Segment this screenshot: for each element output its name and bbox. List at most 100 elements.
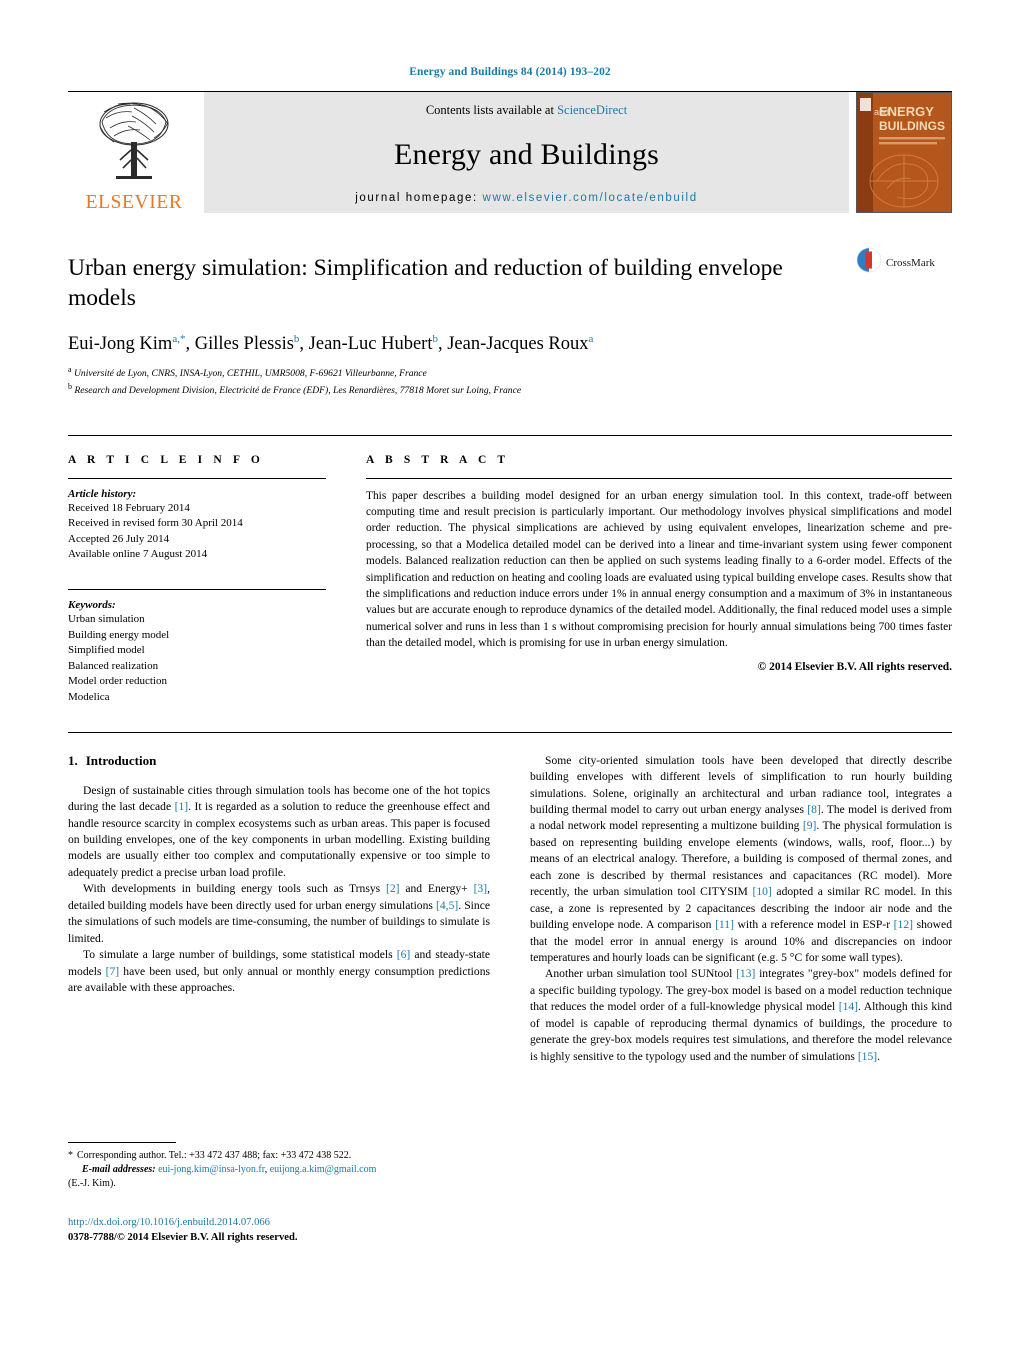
svg-text:BUILDINGS: BUILDINGS [879,119,945,133]
affiliation-text: Research and Development Division, Elect… [74,385,522,397]
homepage-prefix: journal homepage: [355,192,483,204]
article-history-label: Article history: [68,487,137,500]
keyword-item: Modelica [68,690,110,703]
keyword-item: Balanced realization [68,659,159,672]
corresponding-author-note: * Corresponding author. Tel.: +33 472 437… [68,1149,480,1163]
citation-link[interactable]: [1] [175,800,189,813]
citation-link[interactable]: [3] [474,882,488,895]
body-paragraph: Design of sustainable cities through sim… [68,783,490,882]
citation-link[interactable]: [8] [807,803,821,816]
history-item: Accepted 26 July 2014 [68,532,170,545]
abstract-text: This paper describes a building model de… [366,489,952,650]
citation-link[interactable]: [12] [894,918,913,931]
author-marks: a,* [172,333,186,346]
running-head: Energy and Buildings 84 (2014) 193–202 [409,66,611,78]
paragraph-text: With developments in building energy too… [83,882,386,896]
citation-link[interactable]: [7] [106,965,120,978]
article-info-column: A R T I C L E I N F O Article history: R… [68,454,326,706]
author-marks: a [588,333,594,346]
author-name: Jean-Luc Hubert [308,334,433,355]
email-owner: (E.-J. Kim). [68,1178,116,1190]
citation-link[interactable]: [2] [386,882,400,895]
footnote-divider [68,1142,176,1143]
affiliation-item: b Research and Development Division, Ele… [68,381,952,398]
affiliation-mark: b [68,382,72,392]
history-item: Available online 7 August 2014 [68,548,208,561]
author-separator: , [437,334,448,355]
divider [68,477,326,479]
author-entry: Gilles Plessisb [195,333,300,354]
body-paragraph: To simulate a large number of buildings,… [68,947,490,996]
elsevier-logo: ELSEVIER [68,92,200,213]
section-title: Introduction [85,752,157,768]
email-note: E-mail addresses: eui-jong.kim@insa-lyon… [68,1163,480,1177]
journal-homepage-link[interactable]: www.elsevier.com/locate/enbuild [483,192,698,204]
email-label: E-mail addresses: [82,1164,156,1176]
paragraph-text: with a reference model in ESP-r [733,918,894,932]
citation-link[interactable]: [10] [752,885,771,898]
article-info-heading: A R T I C L E I N F O [68,453,264,466]
journal-title: Energy and Buildings [393,138,660,171]
keywords-label: Keywords: [68,598,116,611]
author-separator: , [185,334,195,355]
article-page: Energy and Buildings 84 (2014) 193–202 E… [0,0,1020,1351]
history-item: Received 18 February 2014 [68,501,190,514]
keyword-item: Model order reduction [68,675,167,688]
citation-link[interactable]: [11] [715,918,734,931]
info-abstract-section: A R T I C L E I N F O Article history: R… [68,434,952,706]
footnote-area: * Corresponding author. Tel.: +33 472 437… [68,1142,480,1192]
author-name: Eui-Jong Kim [68,334,173,355]
body-columns: 1. Introduction Design of sustainable cit… [68,753,952,1066]
crossmark-badge[interactable]: CrossMark [856,247,952,278]
citation-link[interactable]: [6] [397,948,411,961]
affiliation-list: a Université de Lyon, CNRS, INSA-Lyon, C… [68,364,952,398]
author-entry: Jean-Luc Hubertb [308,333,438,355]
citation-link[interactable]: [9] [803,819,817,832]
journal-band: Contents lists available at ScienceDirec… [204,92,849,213]
issn-copyright-line: 0378-7788/© 2014 Elsevier B.V. All right… [68,1231,298,1243]
sciencedirect-link[interactable]: ScienceDirect [557,103,627,117]
author-entry: Jean-Jacques Rouxa [447,333,594,354]
abstract-column: A B S T R A C T This paper describes a b… [366,454,952,706]
citation-link[interactable]: [13] [736,967,755,980]
citation-link[interactable]: [4,5] [436,899,458,912]
paragraph-text: have been used, but only annual or month… [68,964,491,995]
intro-left-paragraphs: Design of sustainable cities through sim… [68,783,490,997]
section-heading-introduction: 1. Introduction [68,753,490,769]
citation-link[interactable]: [15] [858,1050,877,1063]
elsevier-tree-icon [88,98,180,184]
journal-cover-thumbnail: ENERGY and BUILDINGS [856,92,952,213]
doi-link[interactable]: http://dx.doi.org/10.1016/j.enbuild.2014… [68,1216,498,1231]
doi-block: http://dx.doi.org/10.1016/j.enbuild.2014… [68,1216,498,1246]
section-number: 1. [68,752,78,768]
body-paragraph: Another urban simulation tool SUNtool [1… [530,966,952,1065]
divider [366,477,952,479]
keyword-item: Simplified model [68,644,145,657]
keywords-block: Keywords: Urban simulation Building ener… [68,588,326,706]
history-item: Received in revised form 30 April 2014 [68,517,243,530]
keyword-item: Building energy model [68,628,170,641]
divider [68,588,326,590]
paragraph-text: . [877,1049,881,1063]
footnote-star: * [68,1150,73,1161]
affiliation-mark: a [68,365,72,375]
crossmark-label: CrossMark [886,256,935,269]
abstract-heading: A B S T R A C T [366,453,510,466]
author-entry: Eui-Jong Kima,* [68,333,186,355]
citation-link[interactable]: [14] [839,1000,858,1013]
email-link-secondary[interactable]: euijong.a.kim@gmail.com [270,1164,377,1175]
author-separator: , [299,334,309,355]
title-block: CrossMark Urban energy simulation: Simpl… [68,247,952,399]
contents-available-line: Contents lists available at ScienceDirec… [426,103,627,118]
body-paragraph: With developments in building energy too… [68,881,490,947]
article-title: Urban energy simulation: Simplification … [68,255,783,312]
paragraph-text: and Energy+ [399,882,474,896]
corresponding-author-text: Corresponding author. Tel.: +33 472 437 … [77,1150,352,1161]
affiliation-item: a Université de Lyon, CNRS, INSA-Lyon, C… [68,364,952,381]
elsevier-wordmark: ELSEVIER [85,191,183,213]
body-paragraph: Some city-oriented simulation tools have… [530,753,952,967]
journal-homepage-line: journal homepage: www.elsevier.com/locat… [355,192,697,204]
email-link-primary[interactable]: eui-jong.kim@insa-lyon.fr [158,1164,265,1175]
paragraph-text: To simulate a large number of buildings,… [83,948,397,962]
body-column-right: Some city-oriented simulation tools have… [530,753,952,1066]
